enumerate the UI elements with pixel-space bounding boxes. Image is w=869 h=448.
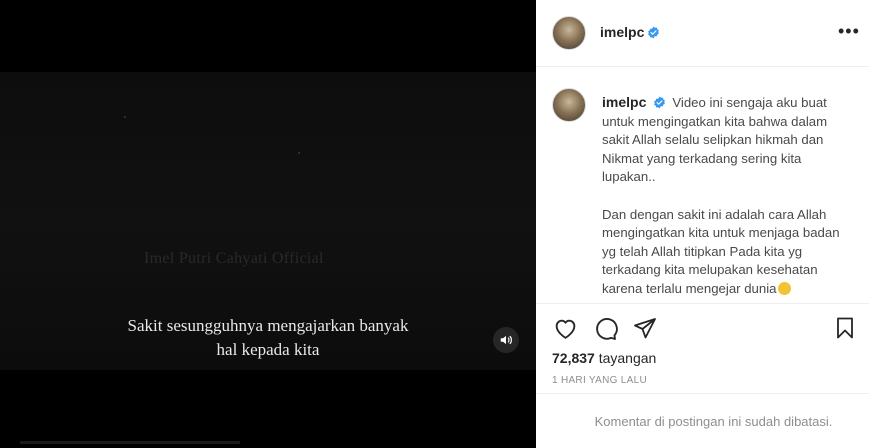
video-speck [124, 116, 126, 118]
send-icon [634, 318, 656, 339]
video-speck [298, 152, 300, 154]
comments-disabled-notice: Komentar di postingan ini sudah dibatasi… [594, 414, 833, 429]
more-options-icon[interactable]: ••• [838, 22, 860, 40]
post-timestamp[interactable]: 1 HARI YANG LALU [552, 375, 647, 386]
heart-icon [555, 319, 575, 339]
video-player[interactable]: Imel Putri Cahyati Official Sakit sesung… [0, 0, 536, 448]
caption-comment: imelpc Video ini sengaja aku buat untuk m… [536, 67, 869, 303]
avatar[interactable] [552, 16, 586, 50]
verified-badge-icon [654, 96, 666, 109]
post-sidebar: imelpc ••• imelpc Video ini sengaja aku b… [536, 0, 869, 448]
header-username-row: imelpc [600, 24, 660, 42]
avatar[interactable] [552, 88, 586, 122]
video-progress-strip [20, 441, 240, 444]
actions-divider [536, 303, 869, 304]
caption-paragraph-2: Dan dengan sakit ini adalah cara Allah m… [602, 206, 840, 296]
header-username[interactable]: imelpc [600, 24, 644, 40]
share-button[interactable] [632, 315, 658, 341]
comments-divider [536, 393, 869, 394]
view-count-number: 72,837 [552, 350, 595, 366]
comment-button[interactable] [592, 315, 618, 341]
post-header: imelpc ••• [536, 0, 869, 67]
view-count-label: tayangan [598, 350, 657, 366]
like-button[interactable] [552, 315, 578, 341]
video-caption-line2: hal kepada kita [216, 340, 320, 359]
view-count[interactable]: 72,837 tayangan [552, 350, 656, 366]
bookmark-icon [837, 317, 853, 339]
verified-badge-icon [648, 26, 660, 39]
video-watermark: Imel Putri Cahyati Official [144, 250, 324, 267]
emoji-icon [778, 281, 792, 295]
caption-text-block: imelpc Video ini sengaja aku buat untuk m… [602, 93, 854, 298]
comment-icon [595, 317, 618, 340]
sound-toggle-button[interactable] [493, 327, 519, 353]
save-button[interactable] [832, 315, 858, 341]
video-caption-line1: Sakit sesungguhnya mengajarkan banyak [127, 316, 409, 335]
caption-username[interactable]: imelpc [602, 94, 646, 110]
speaker-icon [500, 335, 512, 345]
